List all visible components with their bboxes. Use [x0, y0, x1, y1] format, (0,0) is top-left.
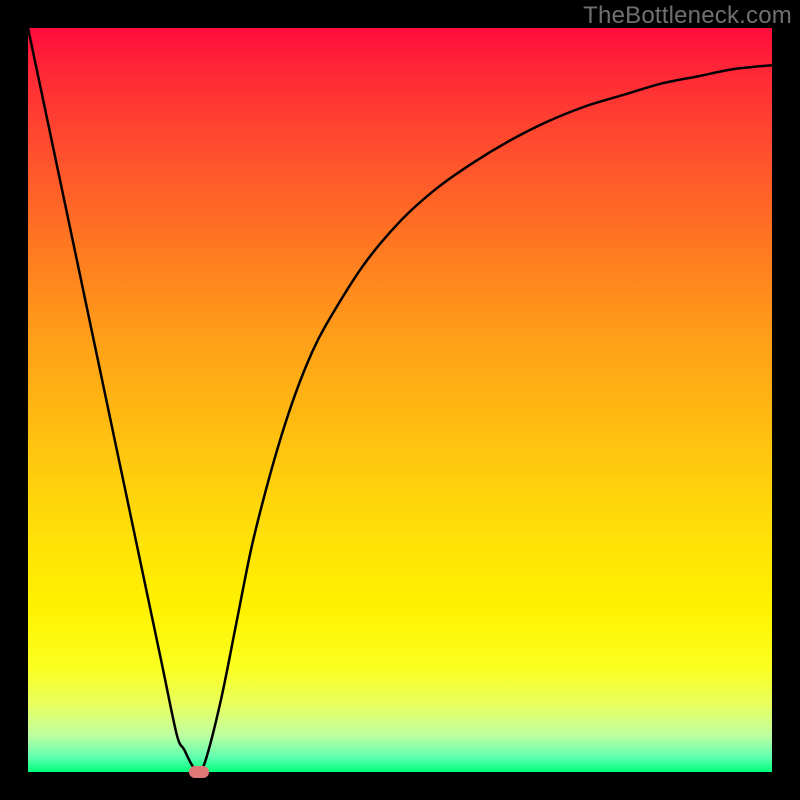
curve-path: [28, 28, 772, 772]
watermark-text: TheBottleneck.com: [583, 2, 792, 30]
bottleneck-curve: [28, 28, 772, 772]
plot-area: [28, 28, 772, 772]
optimum-marker: [189, 766, 209, 778]
chart-frame: TheBottleneck.com: [0, 0, 800, 800]
